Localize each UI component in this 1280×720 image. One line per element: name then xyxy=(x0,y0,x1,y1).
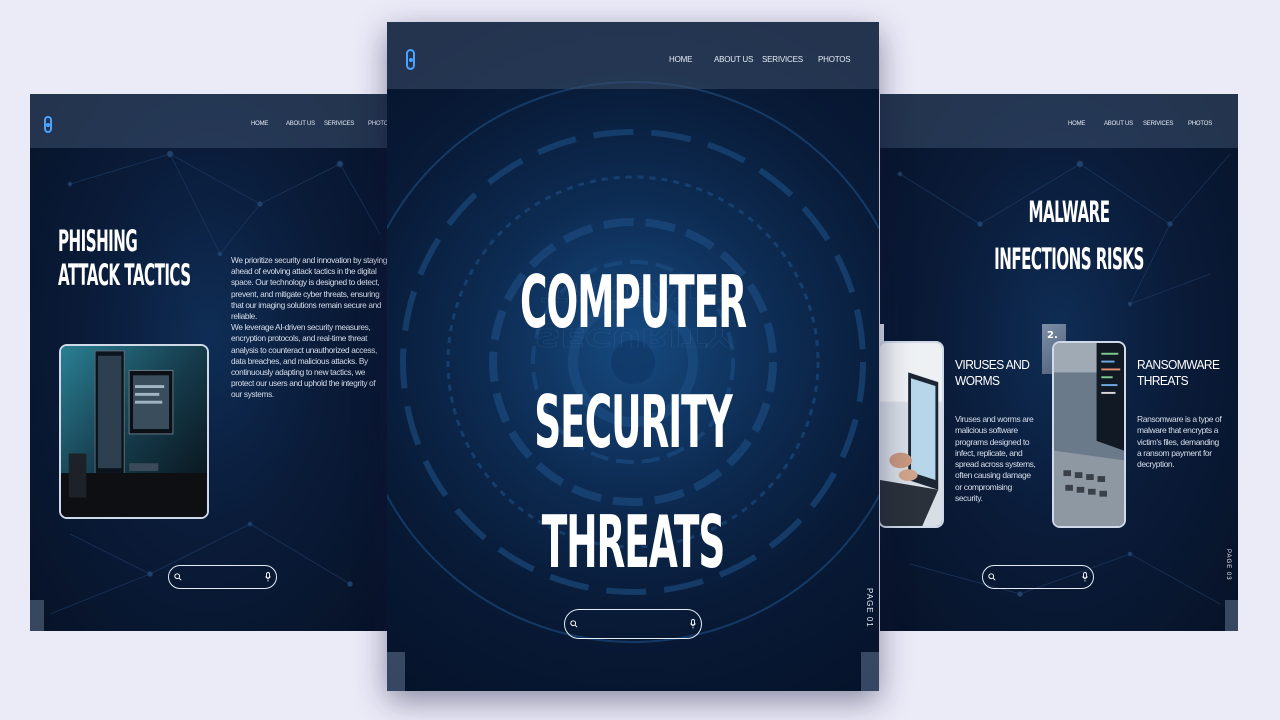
card-2-title-line-2: THREATS xyxy=(1137,373,1189,388)
corner-tab xyxy=(1225,600,1238,631)
search-bar[interactable] xyxy=(168,565,277,589)
title-line-2: INFECTIONS RISKS xyxy=(994,242,1144,276)
navbar: HOME ABOUT US SERIVICES PHOTOS xyxy=(387,22,879,89)
page-title: MALWARE INFECTIONS RISKS xyxy=(978,189,1160,283)
slide-computer-security: HOME ABOUT US SERIVICES PHOTOS SECURITY … xyxy=(387,22,879,691)
microphone-icon[interactable] xyxy=(1082,572,1088,582)
search-bar[interactable] xyxy=(564,609,702,639)
page-number: PAGE 01 xyxy=(865,588,874,628)
card-2-number: 2. xyxy=(1047,330,1058,341)
navbar: HOME ABOUT US SERIVICES PHOTOS xyxy=(880,94,1238,148)
page-title: PHISHING ATTACK TACTICS xyxy=(58,224,191,292)
lock-shield-icon[interactable] xyxy=(406,49,415,70)
card-2-title-line-1: RANSOMWARE xyxy=(1137,357,1220,372)
navbar: HOME ABOUT US SERIVICES PHOTOS xyxy=(30,94,387,148)
nav-services[interactable]: SERIVICES xyxy=(324,121,354,127)
card-2-title: RANSOMWARE THREATS xyxy=(1137,357,1220,389)
laptop-typing-photo xyxy=(880,341,944,528)
hero-title-line-2: SECURITY THREATS xyxy=(534,380,733,584)
nav-services[interactable]: SERIVICES xyxy=(1143,121,1173,127)
nav-photos[interactable]: PHOTOS xyxy=(818,55,851,64)
page-number: PAGE 03 xyxy=(1225,549,1231,581)
lock-shield-icon[interactable] xyxy=(44,116,52,133)
corner-tab xyxy=(387,652,405,691)
paragraph-2: We leverage AI-driven security measures,… xyxy=(231,322,377,400)
search-icon[interactable] xyxy=(988,573,996,581)
microphone-icon[interactable] xyxy=(690,619,696,629)
card-1-title-line-2: WORMS xyxy=(955,373,1000,388)
laptop-code-photo xyxy=(1052,341,1126,528)
card-1-title-line-1: VIRUSES AND xyxy=(955,357,1030,372)
microphone-icon[interactable] xyxy=(265,572,271,582)
nav-services[interactable]: SERIVICES xyxy=(762,55,803,64)
paragraph-1: We prioritize security and innovation by… xyxy=(231,255,387,322)
title-line-1: MALWARE xyxy=(1028,195,1110,229)
nav-about[interactable]: ABOUT US xyxy=(714,55,753,64)
card-1-title: VIRUSES AND WORMS xyxy=(955,357,1030,389)
nav-home[interactable]: HOME xyxy=(1068,121,1085,127)
nav-about[interactable]: ABOUT US xyxy=(1104,121,1133,127)
card-2-body: Ransomware is a type of malware that enc… xyxy=(1137,414,1222,470)
corner-tab xyxy=(861,652,879,691)
nav-photos[interactable]: PHOTOS xyxy=(1188,121,1212,127)
slide-phishing: HOME ABOUT US SERIVICES PHOTOS PHISHING … xyxy=(30,94,387,631)
title-line-2: ATTACK TACTICS xyxy=(58,258,191,292)
corner-tab xyxy=(30,600,44,631)
slide-malware: HOME ABOUT US SERIVICES PHOTOS MALWARE I… xyxy=(880,94,1238,631)
nav-photos[interactable]: PHOTOS xyxy=(368,121,387,127)
description-text: We prioritize security and innovation by… xyxy=(231,255,387,401)
nav-home[interactable]: HOME xyxy=(251,121,268,127)
search-icon[interactable] xyxy=(570,620,578,628)
hero-title-line-1: COMPUTER xyxy=(519,260,747,344)
nav-home[interactable]: HOME xyxy=(669,55,692,64)
card-1-body: Viruses and worms are malicious software… xyxy=(955,414,1036,504)
title-line-1: PHISHING xyxy=(58,224,138,258)
search-bar[interactable] xyxy=(982,565,1094,589)
hero-title: COMPUTER SECURITY THREATS xyxy=(477,242,789,602)
nav-about[interactable]: ABOUT US xyxy=(286,121,315,127)
search-icon[interactable] xyxy=(174,573,182,581)
computer-setup-photo xyxy=(59,344,209,519)
